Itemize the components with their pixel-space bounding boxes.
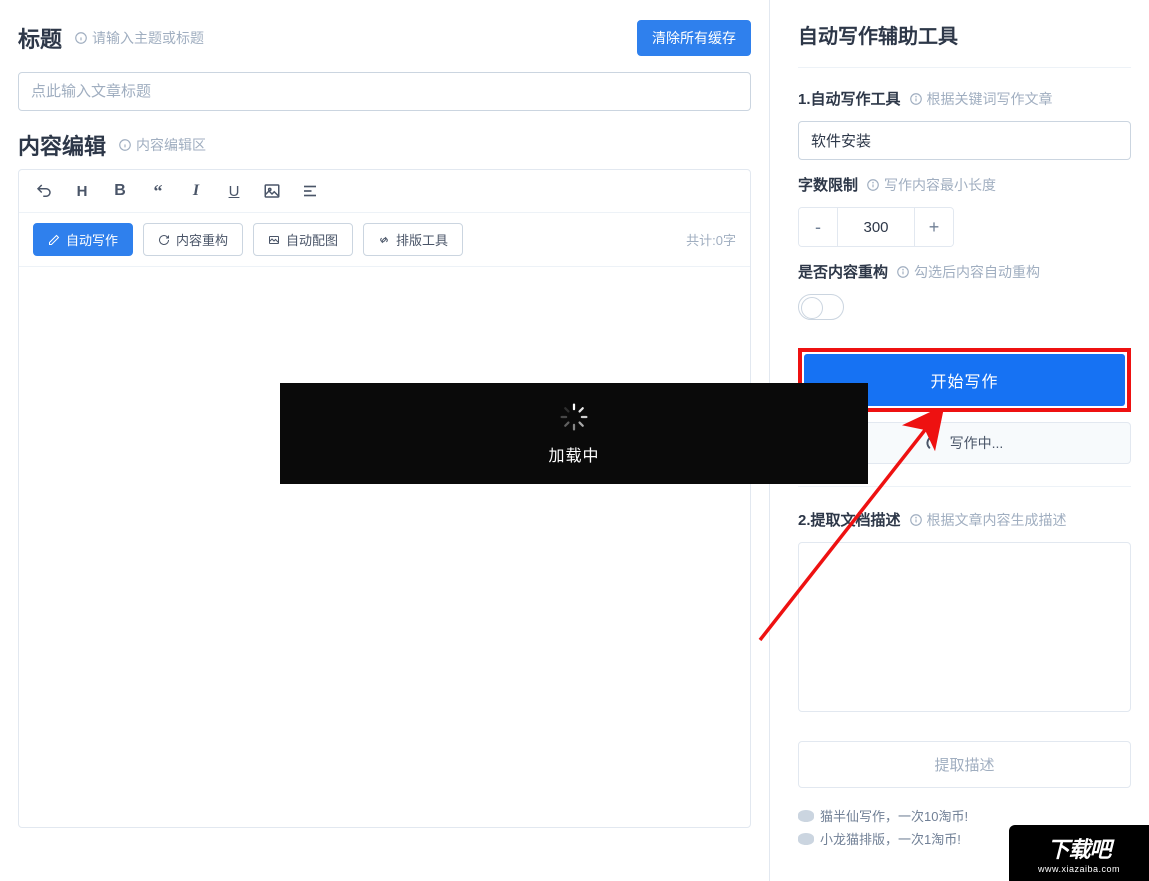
extract-description-button[interactable]: 提取描述 xyxy=(798,741,1131,788)
description-textarea[interactable] xyxy=(798,542,1131,712)
content-hint: 内容编辑区 xyxy=(118,135,206,155)
editor-box: H B “ I U 自动写作 xyxy=(18,169,751,828)
word-count: 共计:0字 xyxy=(686,230,736,249)
rebuild-button[interactable]: 内容重构 xyxy=(143,223,243,256)
title-heading: 标题 xyxy=(18,22,62,54)
heading-icon[interactable]: H xyxy=(71,180,93,202)
undo-icon[interactable] xyxy=(33,180,55,202)
sec1-label: 1.自动写作工具 xyxy=(798,88,901,109)
quote-icon[interactable]: “ xyxy=(147,180,169,202)
sidebar-title: 自动写作辅助工具 xyxy=(798,20,1131,49)
editor-body[interactable] xyxy=(19,267,750,827)
content-heading: 内容编辑 xyxy=(18,129,106,161)
editor-toolbar: H B “ I U xyxy=(19,170,750,213)
auto-image-button[interactable]: 自动配图 xyxy=(253,223,353,256)
info-icon xyxy=(909,92,923,106)
spinner-icon xyxy=(559,402,589,432)
wordlimit-input[interactable] xyxy=(837,208,915,246)
coin-icon xyxy=(798,810,814,822)
rebuild-hint: 勾选后内容自动重构 xyxy=(896,262,1040,282)
auto-write-button[interactable]: 自动写作 xyxy=(33,223,133,256)
wordlimit-label: 字数限制 xyxy=(798,174,858,195)
sec2-hint: 根据文章内容生成描述 xyxy=(909,510,1067,530)
bold-icon[interactable]: B xyxy=(109,180,131,202)
layout-tool-button[interactable]: 排版工具 xyxy=(363,223,463,256)
align-icon[interactable] xyxy=(299,180,321,202)
rebuild-toggle[interactable] xyxy=(798,294,844,320)
rebuild-label: 是否内容重构 xyxy=(798,261,888,282)
title-hint: 请输入主题或标题 xyxy=(74,28,204,48)
info-icon xyxy=(866,178,880,192)
wordlimit-stepper: - + xyxy=(798,207,954,247)
article-title-input[interactable] xyxy=(18,72,751,111)
sec1-hint: 根据关键词写作文章 xyxy=(909,89,1053,109)
stepper-plus-button[interactable]: + xyxy=(915,208,953,246)
info-icon xyxy=(909,513,923,527)
info-icon xyxy=(118,138,132,152)
italic-icon[interactable]: I xyxy=(185,180,207,202)
sec2-label: 2.提取文档描述 xyxy=(798,509,901,530)
coin-icon xyxy=(798,833,814,845)
underline-icon[interactable]: U xyxy=(223,180,245,202)
info-icon xyxy=(74,31,88,45)
info-icon xyxy=(896,265,910,279)
watermark-logo: 下载吧 www.xiazaiba.com xyxy=(1009,825,1149,881)
keyword-input[interactable] xyxy=(798,121,1131,160)
image-icon[interactable] xyxy=(261,180,283,202)
stepper-minus-button[interactable]: - xyxy=(799,208,837,246)
loading-overlay: 加载中 xyxy=(280,383,868,484)
clear-cache-button[interactable]: 清除所有缓存 xyxy=(637,20,751,56)
loading-text: 加载中 xyxy=(548,442,599,466)
wordlimit-hint: 写作内容最小长度 xyxy=(866,175,996,195)
